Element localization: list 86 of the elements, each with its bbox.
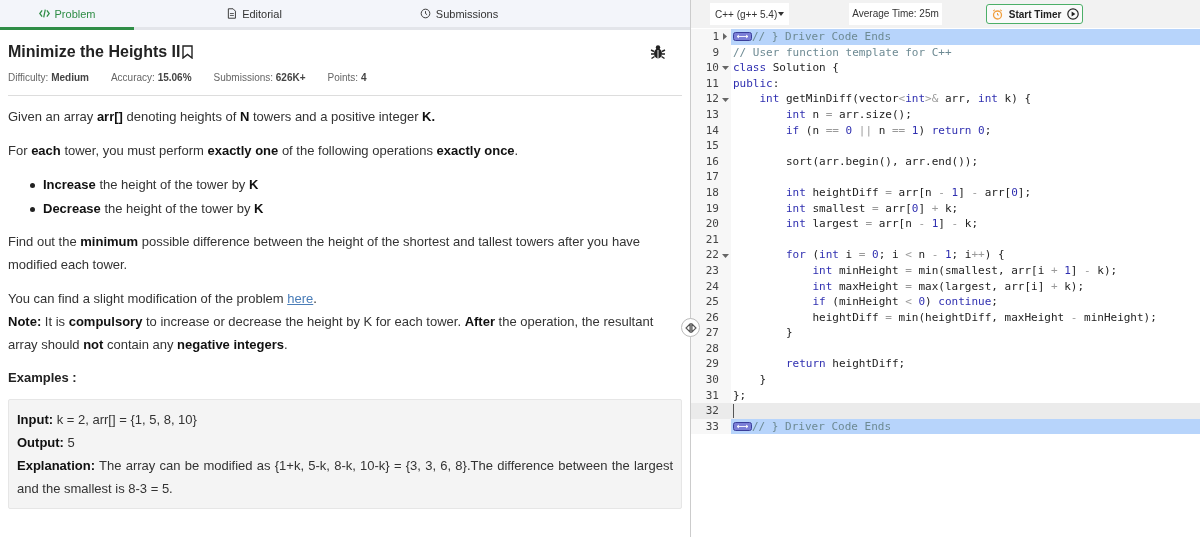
line-number: 25	[705, 294, 719, 310]
code-line: sort(arr.begin(), arr.end());	[784, 153, 979, 170]
line-number: 23	[705, 262, 719, 279]
line-number: 17	[705, 169, 719, 185]
fold-toggle-icon[interactable]	[721, 251, 729, 259]
bullet-icon	[30, 206, 35, 212]
example-line: Explanation: The array can be modified as {1+k, 5-k, 8-k, 10-k} = {3, 3, 6, 8}.The difference between the largest and the smallest is 8-3 = 5.	[17, 457, 673, 498]
code-line: int smallest = arr[0] + k;	[784, 200, 959, 217]
meta-stat: Difficulty: Medium	[8, 72, 89, 83]
paragraph: Given an array arr[] denoting heights of N towers and a positive integer K.	[8, 108, 437, 126]
play-icon	[1067, 8, 1080, 20]
line-number: 14	[705, 122, 719, 139]
line-number: 32	[705, 403, 719, 419]
meta-stat: Points: 4	[327, 72, 367, 83]
tab[interactable]: Submissions	[374, 0, 544, 30]
clock-icon	[419, 8, 431, 19]
paragraph: You can find a slight modification of the problem here.	[8, 290, 318, 308]
line-number: 15	[705, 138, 719, 154]
line-number: 20	[705, 216, 719, 232]
line-number: 31	[705, 387, 719, 404]
caret-icon	[778, 12, 785, 16]
example-line: Output: 5	[17, 434, 76, 452]
start-timer-button[interactable]: Start Timer	[985, 4, 1084, 24]
collapsed-code-icon[interactable]	[733, 422, 752, 432]
line-number: 1	[712, 29, 719, 45]
collapsed-code-icon[interactable]	[733, 32, 752, 42]
line-number: 27	[705, 325, 719, 341]
tab[interactable]: Editorial	[134, 0, 374, 30]
code-line: int minHeight = min(smallest, arr[i + 1] - k);	[811, 262, 1118, 279]
code-line: // } Driver Code Ends	[752, 29, 892, 45]
code-line: int maxHeight = max(largest, arr[i] + k);	[811, 278, 1085, 295]
paragraph: Find out the minimum possible difference between the height of the shortest and tallest towers after you have modified each tower.	[8, 233, 642, 274]
line-number: 29	[705, 356, 719, 373]
line-number: 19	[705, 200, 719, 217]
bullet-icon	[30, 182, 35, 188]
example-line: Input: k = 2, arr[] = {1, 5, 8, 10}	[17, 411, 198, 429]
code-line: for (int i = 0; i < n - 1; i++) {	[784, 247, 1005, 263]
fold-toggle-icon[interactable]	[721, 33, 729, 41]
code-line: if (n == 0 || n == 1) return 0;	[784, 122, 992, 139]
average-time-label: Average Time: 25m	[849, 3, 942, 25]
meta-stat: Submissions: 626K+	[213, 72, 306, 83]
code-line: int heightDiff = arr[n - 1] - arr[0];	[784, 184, 1032, 201]
list-item: Increase the height of the tower by K	[43, 176, 259, 194]
paragraph: For each tower, you must perform exactly one of the following operations exactly once.	[8, 142, 520, 160]
tab[interactable]: Problem	[0, 0, 134, 30]
fold-toggle-icon[interactable]	[721, 95, 729, 103]
language-dropdown[interactable]: C++ (g++ 5.4)	[710, 3, 790, 25]
code-line: };	[733, 387, 747, 404]
text-cursor	[733, 404, 734, 419]
bookmark-icon[interactable]	[182, 45, 194, 59]
line-number: 28	[705, 340, 719, 357]
code-line: }	[784, 325, 793, 341]
code-line: // User function template for C++	[733, 44, 952, 61]
code-line: // } Driver Code Ends	[752, 418, 892, 435]
document-icon	[226, 8, 238, 19]
line-number: 12	[705, 91, 719, 107]
line-number: 22	[705, 247, 719, 263]
code-icon	[38, 8, 50, 19]
line-number: 16	[705, 153, 719, 170]
line-number: 33	[705, 418, 719, 435]
code-line: if (minHeight < 0) continue;	[811, 294, 998, 310]
code-line: int largest = arr[n - 1] - k;	[784, 216, 979, 232]
line-number: 9	[712, 44, 719, 61]
code-line: int n = arr.size();	[784, 106, 912, 123]
line-number: 24	[705, 278, 719, 295]
line-number: 10	[705, 60, 719, 76]
code-line: }	[758, 372, 767, 388]
fold-toggle-icon[interactable]	[721, 64, 729, 72]
line-number: 30	[705, 372, 719, 388]
line-number: 21	[705, 231, 719, 248]
bug-icon[interactable]	[650, 44, 666, 60]
problem-title: Minimize the Heights II	[8, 43, 181, 61]
code-line: public:	[733, 75, 780, 92]
line-number: 26	[705, 309, 719, 326]
section-heading: Examples :	[8, 370, 78, 385]
line-number: 18	[705, 184, 719, 201]
timer-icon	[991, 8, 1003, 20]
code-line: class Solution {	[733, 60, 839, 76]
code-line: return heightDiff;	[784, 356, 906, 373]
code-line: heightDiff = min(heightDiff, maxHeight - minHeight);	[811, 309, 1157, 326]
code-line: int getMinDiff(vector<int>& arr, int k) {	[758, 91, 1032, 107]
paragraph: Note: It is compulsory to increase or decrease the height by K for each tower. After the operation, the resultant array should not contain any negative integers.	[8, 313, 655, 354]
line-number: 11	[705, 75, 719, 92]
meta-stat: Accuracy: 15.06%	[110, 72, 192, 83]
line-number: 13	[705, 106, 719, 123]
list-item: Decrease the height of the tower by K	[43, 200, 264, 218]
